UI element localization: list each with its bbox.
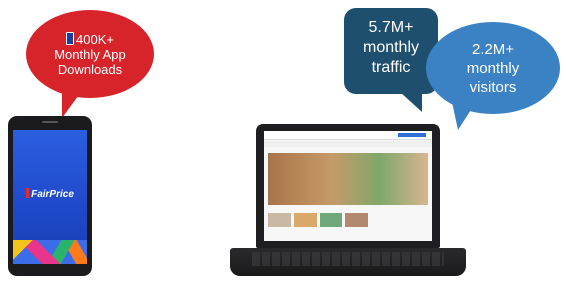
bubble-tail — [452, 102, 476, 130]
bubble-tail — [400, 92, 422, 112]
logo-mark — [26, 188, 30, 198]
visitors-text: 2.2M+ monthly visitors — [426, 40, 560, 97]
phone-screen: FairPrice — [13, 130, 87, 264]
website-header — [264, 131, 432, 140]
website-banner — [268, 153, 428, 205]
laptop-illustration — [256, 124, 440, 248]
confetti-decoration — [13, 240, 87, 264]
traffic-value: 5.7M+ — [368, 19, 414, 36]
thumbnail — [319, 213, 343, 227]
app-downloads-label-1: Monthly App — [54, 47, 126, 62]
stats-infographic: 400K+ Monthly App Downloads 5.7M+ monthl… — [0, 0, 566, 282]
traffic-label-1: monthly — [362, 39, 420, 56]
thumbnail — [345, 213, 368, 227]
bubble-tail — [62, 88, 84, 118]
phone-speaker — [42, 121, 58, 123]
visitors-value: 2.2M+ — [471, 41, 515, 58]
thumbnail — [268, 213, 291, 227]
traffic-bubble: 5.7M+ monthly traffic — [344, 8, 438, 112]
thumbnail — [293, 213, 317, 227]
app-downloads-text: 400K+ Monthly App Downloads — [26, 32, 154, 77]
website-thumbnails — [268, 213, 368, 227]
visitors-label-1: monthly — [466, 60, 520, 77]
visitors-label-2: visitors — [469, 79, 517, 96]
website-header-button — [398, 133, 426, 137]
laptop-screen — [264, 131, 432, 241]
fairprice-logo: FairPrice — [23, 188, 77, 201]
website-nav — [264, 141, 432, 147]
keyboard-keys — [252, 252, 444, 266]
app-downloads-value: 400K+ — [76, 32, 114, 47]
smartphone-illustration: FairPrice — [8, 116, 92, 276]
visitors-bubble: 2.2M+ monthly visitors — [426, 22, 560, 130]
laptop-keyboard-base — [230, 248, 466, 276]
traffic-text: 5.7M+ monthly traffic — [344, 18, 438, 78]
fairprice-logo-text: FairPrice — [31, 189, 74, 200]
app-downloads-label-2: Downloads — [57, 62, 123, 77]
app-downloads-bubble: 400K+ Monthly App Downloads — [26, 10, 154, 118]
smartphone-icon — [66, 32, 75, 45]
traffic-label-2: traffic — [371, 59, 411, 76]
